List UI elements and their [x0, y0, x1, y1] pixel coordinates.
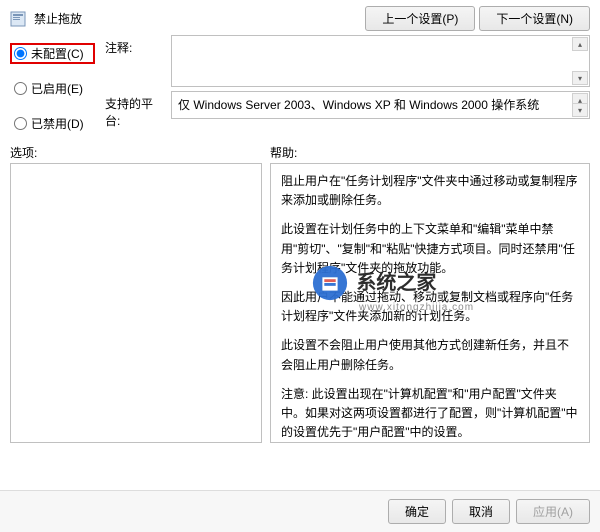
platform-label: 支持的平台: — [105, 91, 165, 129]
radio-not-configured-input[interactable] — [14, 47, 27, 60]
scroll-up-icon[interactable]: ▴ — [572, 37, 588, 51]
help-paragraph: 注意: 此设置出现在"计算机配置"和"用户配置"文件夹中。如果对这两项设置都进行… — [281, 385, 579, 443]
radio-not-configured-label: 未配置(C) — [31, 45, 84, 62]
platform-textbox: 仅 Windows Server 2003、Windows XP 和 Windo… — [171, 91, 590, 119]
cancel-button[interactable]: 取消 — [452, 499, 510, 524]
radio-enabled-label: 已启用(E) — [31, 80, 83, 97]
apply-button[interactable]: 应用(A) — [516, 499, 590, 524]
help-paragraph: 此设置在计划任务中的上下文菜单和"编辑"菜单中禁用"剪切"、"复制"和"粘贴"快… — [281, 220, 579, 278]
help-paragraph: 此设置不会阻止用户使用其他方式创建新任务，并且不会阻止用户删除任务。 — [281, 336, 579, 374]
page-title: 禁止拖放 — [34, 10, 82, 27]
options-section-label: 选项: — [10, 144, 270, 161]
scroll-down-icon[interactable]: ▾ — [572, 103, 588, 117]
help-paragraph: 阻止用户在"任务计划程序"文件夹中通过移动或复制程序来添加或删除任务。 — [281, 172, 579, 210]
radio-enabled-input[interactable] — [14, 82, 27, 95]
help-panel: 阻止用户在"任务计划程序"文件夹中通过移动或复制程序来添加或删除任务。 此设置在… — [270, 163, 590, 443]
platform-value: 仅 Windows Server 2003、Windows XP 和 Windo… — [178, 98, 539, 112]
ok-button[interactable]: 确定 — [388, 499, 446, 524]
radio-disabled-label: 已禁用(D) — [31, 115, 84, 132]
next-setting-button[interactable]: 下一个设置(N) — [479, 6, 590, 31]
radio-not-configured[interactable]: 未配置(C) — [10, 43, 95, 64]
radio-disabled-input[interactable] — [14, 117, 27, 130]
options-panel — [10, 163, 262, 443]
comment-textarea[interactable]: ▴ ▾ — [171, 35, 590, 87]
help-paragraph: 因此用户不能通过拖动、移动或复制文档或程序向"任务计划程序"文件夹添加新的计划任… — [281, 288, 579, 326]
scroll-down-icon[interactable]: ▾ — [572, 71, 588, 85]
radio-disabled[interactable]: 已禁用(D) — [10, 113, 95, 134]
prev-setting-button[interactable]: 上一个设置(P) — [365, 6, 475, 31]
help-section-label: 帮助: — [270, 144, 590, 161]
policy-icon — [10, 11, 26, 27]
radio-enabled[interactable]: 已启用(E) — [10, 78, 95, 99]
comment-label: 注释: — [105, 35, 165, 56]
